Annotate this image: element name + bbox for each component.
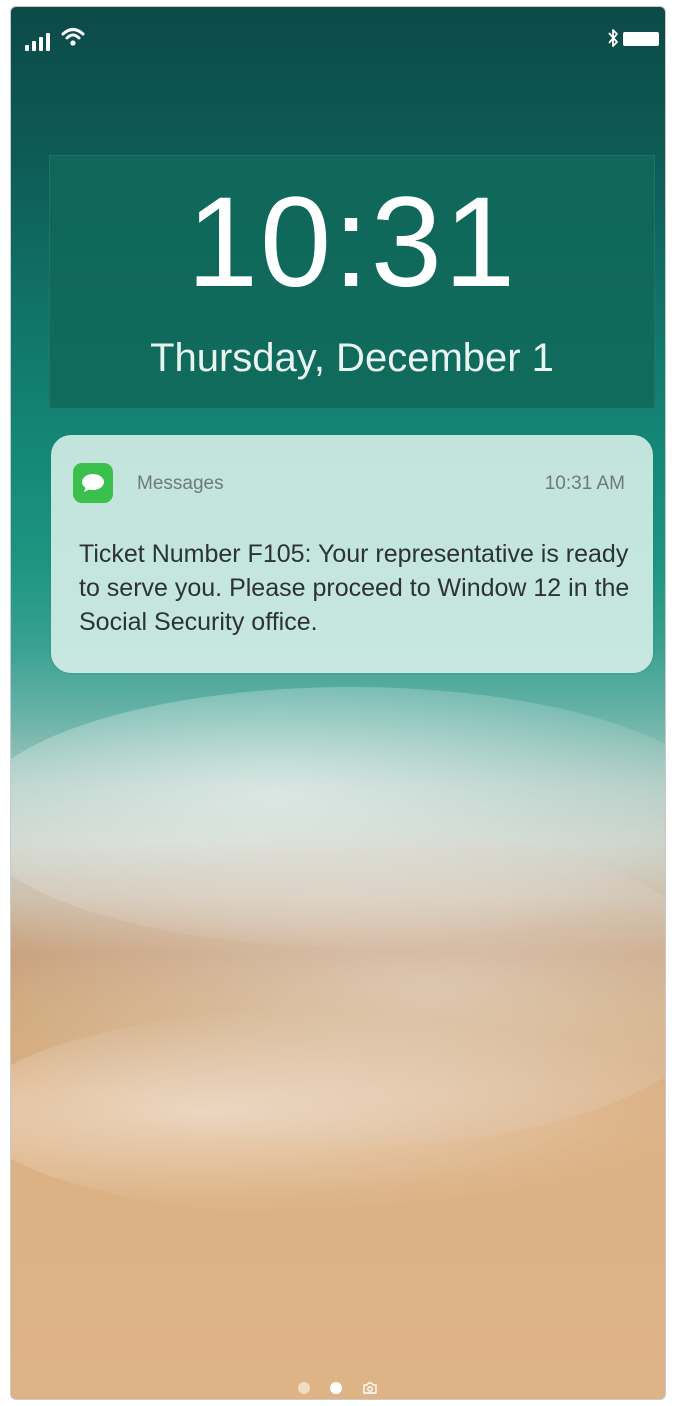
- message-notification[interactable]: Messages 10:31 AM Ticket Number F105: Yo…: [51, 435, 653, 673]
- camera-icon[interactable]: [362, 1381, 378, 1395]
- notification-app-name: Messages: [137, 473, 224, 494]
- battery-icon: [623, 32, 659, 46]
- lock-screen: 10:31 Thursday, December 1 Messages 10:3…: [10, 6, 666, 1400]
- wifi-icon: [61, 28, 85, 46]
- clock-time: 10:31: [186, 171, 518, 314]
- cellular-signal-icon: [25, 33, 50, 51]
- clock-widget: 10:31 Thursday, December 1: [49, 155, 655, 409]
- wave-foam: [11, 1007, 665, 1217]
- status-bar: [11, 7, 665, 67]
- notification-body: Ticket Number F105: Your representative …: [79, 540, 630, 636]
- bluetooth-icon: [608, 29, 618, 47]
- page-dot-current: [330, 1382, 342, 1394]
- page-dot: [298, 1382, 310, 1394]
- wave-foam: [11, 687, 665, 947]
- notification-time: 10:31 AM: [544, 473, 625, 494]
- clock-date: Thursday, December 1: [150, 336, 554, 380]
- messages-icon: [73, 463, 113, 503]
- wave-foam: [11, 827, 665, 1147]
- page-indicator: [11, 1381, 665, 1395]
